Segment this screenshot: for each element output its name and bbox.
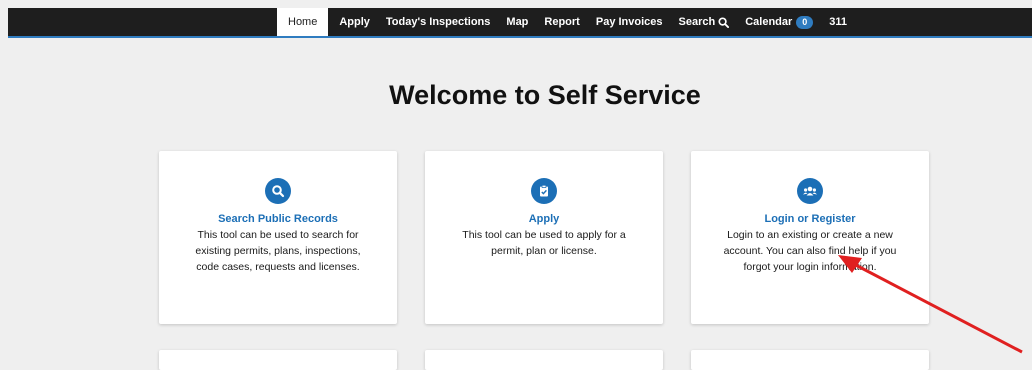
card-title[interactable]: Search Public Records bbox=[159, 213, 397, 225]
nav-report-label: Report bbox=[544, 16, 580, 28]
nav-311-label: 311 bbox=[829, 16, 848, 28]
card-description: This tool can be used to search for exis… bbox=[195, 229, 361, 273]
card-login-or-register[interactable]: Login or Register Login to an existing o… bbox=[691, 151, 929, 324]
card-description: This tool can be used to apply for a per… bbox=[462, 229, 626, 257]
nav-map-label: Map bbox=[506, 16, 529, 28]
nav-calendar[interactable]: Calendar 0 bbox=[737, 8, 821, 36]
nav-pay-invoices-label: Pay Invoices bbox=[595, 16, 663, 28]
users-icon bbox=[797, 178, 823, 204]
nav-apply[interactable]: Apply bbox=[331, 8, 378, 36]
card-title[interactable]: Apply bbox=[425, 213, 663, 225]
calendar-count-badge: 0 bbox=[796, 15, 814, 29]
nav-apply-label: Apply bbox=[339, 16, 370, 28]
nav-calendar-label: Calendar bbox=[745, 16, 793, 28]
card-row2-3[interactable] bbox=[691, 350, 929, 370]
nav-todays-inspections[interactable]: Today's Inspections bbox=[378, 8, 499, 36]
search-icon bbox=[718, 16, 730, 28]
main-nav: Home Apply Today's Inspections Map Repor… bbox=[277, 8, 855, 36]
nav-todays-inspections-label: Today's Inspections bbox=[385, 16, 491, 28]
card-row2-2[interactable] bbox=[425, 350, 663, 370]
nav-home[interactable]: Home bbox=[277, 8, 329, 36]
nav-search[interactable]: Search bbox=[671, 8, 738, 36]
nav-search-label: Search bbox=[678, 16, 716, 28]
card-search-public-records[interactable]: Search Public Records This tool can be u… bbox=[159, 151, 397, 324]
card-row2-1[interactable] bbox=[159, 350, 397, 370]
search-icon bbox=[265, 178, 291, 204]
nav-report[interactable]: Report bbox=[536, 8, 587, 36]
nav-311[interactable]: 311 bbox=[821, 8, 855, 36]
clipboard-check-icon bbox=[531, 178, 557, 204]
nav-home-label: Home bbox=[288, 16, 318, 28]
card-apply[interactable]: Apply This tool can be used to apply for… bbox=[425, 151, 663, 324]
nav-map[interactable]: Map bbox=[498, 8, 536, 36]
top-navigation-bar: Home Apply Today's Inspections Map Repor… bbox=[8, 8, 1032, 38]
card-title[interactable]: Login or Register bbox=[691, 213, 929, 225]
nav-pay-invoices[interactable]: Pay Invoices bbox=[588, 8, 671, 36]
page-title: Welcome to Self Service bbox=[389, 80, 701, 110]
card-description: Login to an existing or create a new acc… bbox=[723, 229, 897, 273]
